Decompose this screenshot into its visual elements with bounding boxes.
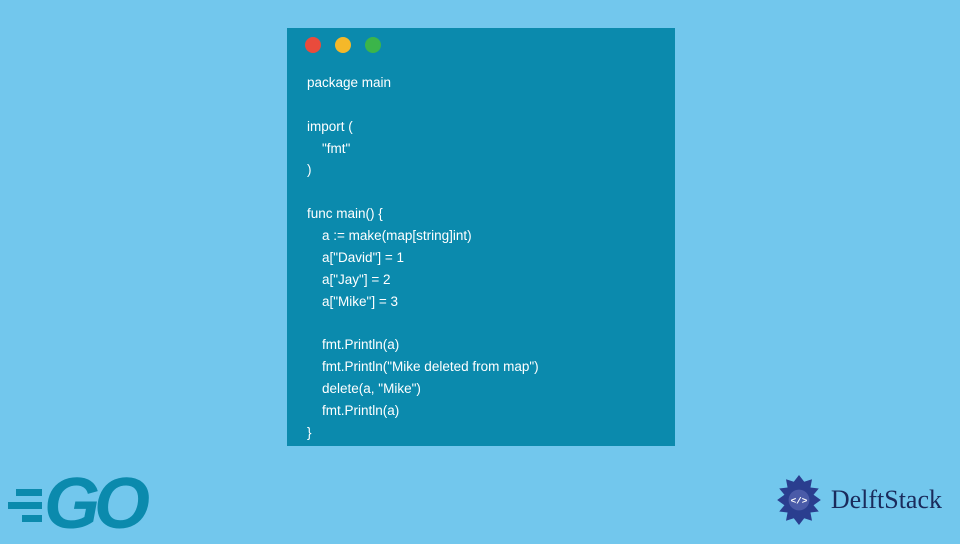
- go-logo-text: GO: [44, 476, 144, 534]
- code-line: fmt.Println(a): [307, 337, 399, 352]
- delftstack-emblem-icon: </>: [773, 474, 825, 526]
- code-window: package main import ( "fmt" ) func main(…: [287, 28, 675, 446]
- code-line: delete(a, "Mike"): [307, 381, 421, 396]
- code-line: a["Jay"] = 2: [307, 272, 391, 287]
- code-line: "fmt": [307, 141, 350, 156]
- code-line: a := make(map[string]int): [307, 228, 472, 243]
- code-line: ): [307, 162, 312, 177]
- delftstack-logo-text: DelftStack: [831, 485, 942, 515]
- code-line: func main() {: [307, 206, 383, 221]
- window-titlebar: [287, 28, 675, 62]
- code-line: import (: [307, 119, 353, 134]
- code-line: fmt.Println("Mike deleted from map"): [307, 359, 539, 374]
- delftstack-logo: </> DelftStack: [773, 474, 942, 526]
- maximize-icon: [365, 37, 381, 53]
- code-block: package main import ( "fmt" ) func main(…: [287, 62, 675, 460]
- go-speed-lines-icon: [8, 489, 42, 522]
- go-logo: GO: [8, 476, 144, 534]
- code-line: package main: [307, 75, 391, 90]
- code-line: fmt.Println(a): [307, 403, 399, 418]
- minimize-icon: [335, 37, 351, 53]
- code-line: a["Mike"] = 3: [307, 294, 398, 309]
- code-line: a["David"] = 1: [307, 250, 404, 265]
- close-icon: [305, 37, 321, 53]
- svg-text:</>: </>: [790, 496, 807, 507]
- code-line: }: [307, 425, 312, 440]
